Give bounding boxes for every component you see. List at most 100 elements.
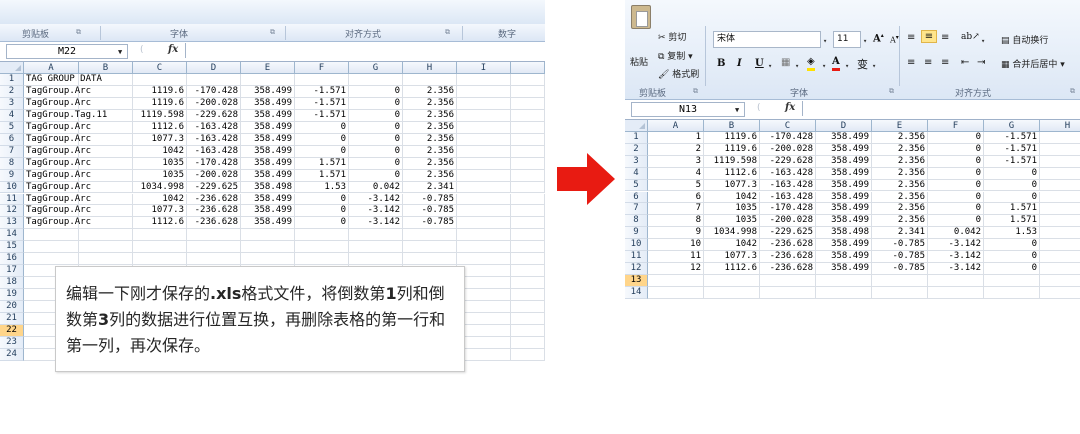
column-header[interactable]: I [457,62,511,74]
orientation-dropdown-icon[interactable]: ▾ [981,37,985,45]
row-header[interactable]: 2 [625,143,648,156]
table-cell[interactable]: -0.785 [403,217,457,230]
table-cell[interactable]: 2.341 [872,227,928,240]
empty-cell[interactable] [511,277,545,290]
table-cell[interactable]: 0 [984,251,1040,263]
table-cell[interactable]: 1077.3 [133,205,187,218]
empty-cell[interactable] [511,324,545,337]
table-cell[interactable]: 0.042 [349,181,403,194]
table-cell[interactable]: 10 [648,239,704,251]
table-cell[interactable]: TagGroup.Arc [24,85,91,98]
row-header[interactable]: 24 [0,348,24,361]
empty-cell[interactable] [457,181,511,194]
empty-cell[interactable] [133,241,187,254]
table-cell[interactable]: -3.142 [349,193,403,206]
table-cell[interactable]: -163.428 [187,145,241,158]
empty-cell[interactable] [133,253,187,266]
empty-cell[interactable] [511,336,545,349]
formula-input[interactable] [185,43,545,58]
table-cell[interactable]: TagGroup.Arc [24,133,91,146]
empty-cell[interactable] [511,74,545,86]
table-cell[interactable]: 358.499 [241,217,295,230]
empty-cell[interactable] [984,274,1040,287]
table-cell[interactable]: 358.499 [241,205,295,218]
column-header[interactable]: H [403,62,457,74]
table-cell[interactable]: 1112.6 [133,121,187,134]
empty-cell[interactable] [872,274,928,287]
merge-center-button[interactable]: ▦ 合并后居中 ▾ [1001,57,1065,70]
table-cell[interactable]: 0.042 [928,227,984,240]
table-cell[interactable]: 1077.3 [704,179,760,192]
table-cell[interactable]: 2.356 [872,167,928,180]
empty-cell[interactable] [511,229,545,242]
column-header[interactable]: B [704,120,760,132]
table-cell[interactable]: -0.785 [872,251,928,263]
table-cell[interactable]: 0 [349,157,403,170]
empty-cell[interactable] [457,313,511,325]
table-cell[interactable]: 1035 [133,157,187,170]
empty-cell[interactable] [1040,275,1080,287]
row-header[interactable]: 6 [625,191,648,204]
align-left-icon[interactable]: ≡ [907,57,915,68]
empty-cell[interactable] [1040,227,1080,240]
row-header[interactable]: 9 [0,169,24,182]
table-cell[interactable]: 358.499 [816,143,872,156]
empty-cell[interactable] [403,74,457,86]
copy-button[interactable]: ⧉ 复制 ▾ [658,49,693,62]
row-header[interactable]: 16 [0,253,24,266]
table-cell[interactable]: 1.571 [295,157,349,170]
wrap-text-button[interactable]: ▤ 自动换行 [1001,33,1048,46]
empty-cell[interactable] [704,286,760,299]
row-header[interactable]: 23 [0,336,24,349]
empty-cell[interactable] [457,241,511,254]
table-cell[interactable]: 2.356 [403,109,457,122]
table-cell[interactable]: -170.428 [760,203,816,216]
empty-cell[interactable] [457,253,511,266]
table-cell[interactable]: 1119.6 [704,132,760,144]
table-cell[interactable]: 0 [928,203,984,216]
table-cell[interactable]: 2.356 [872,179,928,192]
table-cell[interactable]: 358.499 [241,121,295,134]
table-cell[interactable]: -1.571 [295,109,349,122]
table-cell[interactable]: 1112.6 [133,217,187,230]
empty-cell[interactable] [457,97,511,110]
empty-cell[interactable] [79,85,133,98]
table-cell[interactable]: 1112.6 [704,167,760,180]
table-cell[interactable]: 1.571 [295,169,349,182]
table-cell[interactable]: TagGroup.Arc [24,121,91,134]
column-header[interactable]: C [760,120,816,132]
column-header[interactable]: H [1040,120,1080,132]
table-cell[interactable]: 358.499 [816,262,872,275]
empty-cell[interactable] [457,277,511,290]
empty-cell[interactable] [295,229,349,242]
row-header[interactable]: 17 [0,265,24,278]
decrease-indent-icon[interactable]: ⇤ [961,57,969,68]
table-cell[interactable]: 0 [349,121,403,134]
empty-cell[interactable] [79,74,133,86]
table-cell[interactable]: 0 [928,215,984,228]
table-cell[interactable]: 9 [648,227,704,240]
select-all-corner[interactable] [625,120,648,132]
row-header[interactable]: 6 [0,133,24,146]
empty-cell[interactable] [1040,251,1080,263]
empty-cell[interactable] [79,217,133,230]
table-cell[interactable]: 0 [928,132,984,144]
borders-icon[interactable]: ▦ [781,57,790,68]
empty-cell[interactable] [187,241,241,254]
empty-cell[interactable] [872,286,928,299]
row-header[interactable]: 11 [625,251,648,263]
table-cell[interactable]: 0 [295,133,349,146]
alignment-launcher-icon[interactable]: ⧉ [1070,87,1075,96]
table-cell[interactable]: -163.428 [760,179,816,192]
font-size-dropdown-icon[interactable]: ▾ [863,37,867,45]
empty-cell[interactable] [79,205,133,218]
row-header[interactable]: 12 [625,262,648,275]
table-cell[interactable]: 358.499 [816,239,872,251]
empty-cell[interactable] [511,109,545,122]
empty-cell[interactable] [187,74,241,86]
empty-cell[interactable] [457,265,511,278]
empty-cell[interactable] [187,229,241,242]
table-cell[interactable]: 0 [295,217,349,230]
table-cell[interactable]: 2.356 [403,145,457,158]
table-cell[interactable]: 358.499 [816,167,872,180]
